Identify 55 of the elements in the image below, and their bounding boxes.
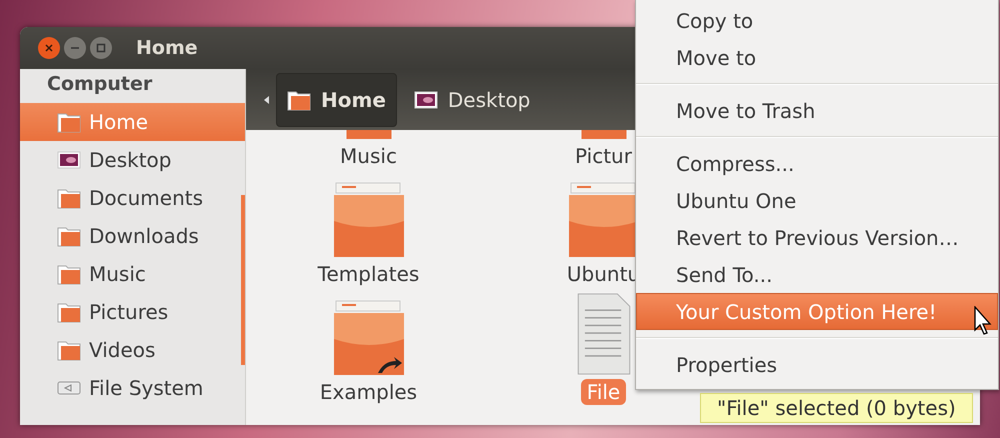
menu-item[interactable]: Send To... bbox=[636, 256, 998, 293]
sidebar-item-label: File System bbox=[89, 376, 204, 400]
home-folder-icon bbox=[287, 88, 311, 110]
close-button[interactable] bbox=[38, 37, 60, 59]
path-button-label: Desktop bbox=[448, 88, 530, 112]
sidebar-item[interactable]: File System bbox=[20, 369, 245, 407]
back-arrow-icon[interactable] bbox=[264, 96, 270, 104]
desktop-icon bbox=[57, 151, 81, 169]
menu-item[interactable]: Copy to bbox=[636, 2, 998, 39]
window-title: Home bbox=[136, 37, 198, 59]
menu-item[interactable]: Move to bbox=[636, 39, 998, 76]
file-name[interactable]: Music bbox=[334, 143, 403, 169]
sidebar-item-label: Desktop bbox=[89, 148, 172, 172]
minimize-button[interactable] bbox=[64, 37, 86, 59]
close-icon bbox=[44, 43, 54, 53]
file-name[interactable]: Templates bbox=[312, 261, 426, 287]
videos-folder-icon bbox=[57, 339, 81, 361]
music-folder-icon bbox=[57, 263, 81, 285]
home-folder-icon bbox=[57, 111, 81, 133]
sidebar-item-label: Home bbox=[89, 110, 148, 134]
file-name[interactable]: Examples bbox=[314, 379, 424, 405]
folder-shortcut-icon bbox=[334, 299, 404, 375]
menu-item[interactable]: Properties bbox=[636, 346, 998, 383]
sidebar-item-label: Pictures bbox=[89, 300, 168, 324]
path-button[interactable]: Home bbox=[276, 72, 397, 126]
sidebar-item[interactable]: Pictures bbox=[20, 293, 245, 331]
path-button-label: Home bbox=[321, 88, 386, 112]
menu-item[interactable]: Compress... bbox=[636, 145, 998, 182]
path-button[interactable]: Desktop bbox=[402, 72, 542, 126]
documents-folder-icon bbox=[57, 187, 81, 209]
status-tooltip: "File" selected (0 bytes) bbox=[700, 393, 973, 423]
file-name[interactable]: Pictur bbox=[569, 143, 638, 169]
menu-item[interactable]: Ubuntu One bbox=[636, 182, 998, 219]
downloads-folder-icon bbox=[57, 225, 81, 247]
folder-icon bbox=[334, 181, 404, 257]
maximize-icon bbox=[96, 43, 106, 53]
sidebar-item-label: Videos bbox=[89, 338, 156, 362]
menu-item[interactable]: Move to Trash bbox=[636, 92, 998, 129]
mouse-pointer-icon bbox=[974, 306, 994, 336]
sidebar-item-label: Documents bbox=[89, 186, 204, 210]
drive-icon bbox=[57, 380, 81, 396]
sidebar-item-label: Downloads bbox=[89, 224, 199, 248]
maximize-button[interactable] bbox=[90, 37, 112, 59]
pictures-folder-icon bbox=[57, 301, 81, 323]
sidebar-item[interactable]: Documents bbox=[20, 179, 245, 217]
sidebar-heading: Computer bbox=[46, 72, 154, 97]
sidebar-item[interactable]: Music bbox=[20, 255, 245, 293]
desktop-icon bbox=[414, 90, 438, 108]
scrollbar[interactable] bbox=[241, 195, 245, 365]
menu-item[interactable]: Revert to Previous Version… bbox=[636, 219, 998, 256]
sidebar-item[interactable]: Videos bbox=[20, 331, 245, 369]
sidebar-item[interactable]: Desktop bbox=[20, 141, 245, 179]
document-icon bbox=[576, 293, 632, 375]
sidebar-item-label: Music bbox=[89, 262, 146, 286]
sidebar-item[interactable]: Downloads bbox=[20, 217, 245, 255]
